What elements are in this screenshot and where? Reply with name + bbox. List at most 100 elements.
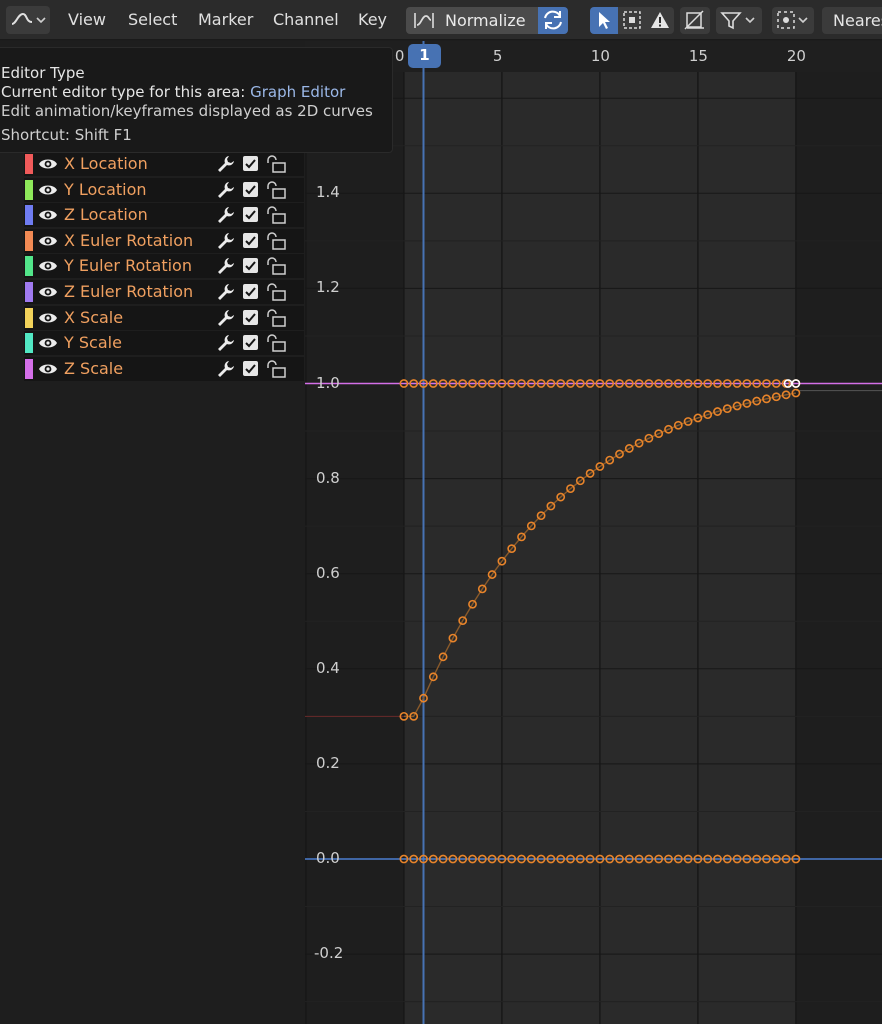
- eye-icon[interactable]: [38, 206, 58, 224]
- view-all-selected-toggle[interactable]: [618, 7, 646, 34]
- tooltip-title: Editor Type: [1, 64, 85, 82]
- unlock-icon[interactable]: [264, 180, 288, 200]
- channel-name[interactable]: Y Euler Rotation: [64, 256, 192, 275]
- channel-row[interactable]: X Scale: [24, 305, 304, 330]
- graph-editor-header: View Select Marker Channel Key Normalize: [0, 0, 882, 40]
- snapping-mode-dropdown[interactable]: Neares: [822, 7, 882, 34]
- channel-row[interactable]: Z Euler Rotation: [24, 280, 304, 304]
- editor-type-button[interactable]: [6, 6, 50, 34]
- unlock-icon[interactable]: [264, 308, 288, 328]
- wrench-icon[interactable]: [217, 155, 235, 173]
- channel-color-swatch[interactable]: [25, 179, 33, 200]
- channel-row[interactable]: Z Location: [24, 203, 304, 228]
- checkmark-icon: [245, 261, 256, 271]
- wrench-icon[interactable]: [217, 232, 235, 250]
- channel-checkbox[interactable]: [243, 207, 258, 223]
- menu-select[interactable]: Select: [128, 10, 177, 29]
- wrench-icon[interactable]: [217, 257, 235, 275]
- channel-name[interactable]: Y Scale: [64, 333, 122, 352]
- wrench-icon[interactable]: [217, 181, 235, 199]
- frame-tick-label: 0: [394, 47, 405, 65]
- channel-checkbox[interactable]: [243, 335, 258, 351]
- channel-row[interactable]: X Location: [24, 152, 304, 176]
- wrench-icon[interactable]: [217, 206, 235, 224]
- eye-icon[interactable]: [38, 155, 58, 173]
- value-tick-label: 0.2: [316, 753, 340, 772]
- normalize-toggle[interactable]: Normalize: [406, 7, 538, 34]
- menu-view[interactable]: View: [68, 10, 106, 29]
- editor-type-tooltip: Editor Type Current editor type for this…: [0, 47, 393, 153]
- channel-checkbox[interactable]: [243, 258, 258, 274]
- value-tick-label: 1.4: [316, 183, 340, 202]
- wrench-icon[interactable]: [217, 283, 235, 301]
- current-frame-number: 1: [419, 46, 430, 64]
- channel-checkbox[interactable]: [243, 309, 258, 325]
- channel-color-swatch[interactable]: [25, 307, 33, 328]
- channel-color-swatch[interactable]: [25, 205, 33, 226]
- channel-color-swatch[interactable]: [25, 333, 33, 354]
- frame-tick-label: 15: [688, 47, 708, 65]
- eye-icon[interactable]: [38, 232, 58, 250]
- unlock-icon[interactable]: [264, 256, 288, 276]
- channel-name[interactable]: Z Location: [64, 205, 148, 224]
- unlock-icon[interactable]: [264, 282, 288, 302]
- eye-icon[interactable]: [38, 334, 58, 352]
- channel-color-swatch[interactable]: [25, 282, 33, 302]
- channel-checkbox[interactable]: [243, 181, 258, 197]
- eye-icon[interactable]: [38, 360, 58, 378]
- unlock-icon[interactable]: [264, 359, 288, 379]
- normalize-label: Normalize: [445, 11, 526, 30]
- channel-color-swatch[interactable]: [25, 230, 33, 251]
- checkmark-icon: [245, 364, 256, 374]
- channel-checkbox[interactable]: [243, 232, 258, 248]
- menu-key[interactable]: Key: [358, 10, 387, 29]
- frame-tick-label: 20: [786, 47, 806, 65]
- channel-checkbox[interactable]: [243, 156, 258, 171]
- box-select-icon: [623, 11, 641, 29]
- eye-icon[interactable]: [38, 283, 58, 301]
- checkmark-icon: [245, 184, 256, 195]
- menu-channel[interactable]: Channel: [273, 10, 339, 29]
- channel-checkbox[interactable]: [243, 284, 258, 299]
- channel-row[interactable]: Y Euler Rotation: [24, 254, 304, 279]
- eye-icon[interactable]: [38, 181, 58, 199]
- channel-name[interactable]: Z Scale: [64, 359, 123, 378]
- wrench-icon[interactable]: [217, 360, 235, 378]
- unlock-icon[interactable]: [264, 333, 288, 353]
- unlock-icon[interactable]: [264, 231, 288, 251]
- unlock-icon[interactable]: [264, 154, 288, 174]
- value-tick-label: -0.2: [314, 944, 344, 963]
- only-selected-keyframes-handles-toggle[interactable]: [590, 7, 618, 34]
- unlock-icon[interactable]: [264, 205, 288, 225]
- current-frame-indicator[interactable]: 1: [408, 44, 441, 68]
- filters-dropdown[interactable]: [716, 7, 762, 34]
- value-tick-label: 0.0: [316, 849, 340, 867]
- channel-row[interactable]: Y Location: [24, 177, 304, 202]
- channel-row[interactable]: Z Scale: [24, 356, 304, 381]
- normalize-curve-view-toggle[interactable]: [680, 7, 710, 34]
- eye-icon[interactable]: [38, 257, 58, 275]
- eye-icon[interactable]: [38, 309, 58, 327]
- frame-tick-label: 5: [492, 47, 503, 65]
- channel-name[interactable]: X Scale: [64, 308, 123, 327]
- wrench-icon[interactable]: [217, 334, 235, 352]
- channel-color-swatch[interactable]: [25, 256, 33, 277]
- graph-canvas[interactable]: [305, 41, 882, 1024]
- renormalize-button[interactable]: [538, 7, 568, 34]
- channel-color-swatch[interactable]: [25, 358, 33, 379]
- wrench-icon[interactable]: [217, 309, 235, 327]
- channel-row[interactable]: Y Scale: [24, 331, 304, 356]
- graph-area[interactable]: [305, 41, 882, 1024]
- show-errors-toggle[interactable]: [646, 7, 674, 34]
- graph-editor-icon: [11, 12, 46, 25]
- channel-checkbox[interactable]: [243, 360, 258, 376]
- channel-name[interactable]: Y Location: [64, 180, 147, 199]
- channel-color-swatch[interactable]: [25, 154, 33, 174]
- channel-name[interactable]: X Location: [64, 154, 148, 173]
- channel-name[interactable]: Z Euler Rotation: [64, 282, 193, 301]
- pivot-point-dropdown[interactable]: [772, 7, 814, 34]
- value-tick-label: 1.0: [316, 373, 340, 392]
- channel-name[interactable]: X Euler Rotation: [64, 231, 193, 250]
- channel-row[interactable]: X Euler Rotation: [24, 228, 304, 253]
- menu-marker[interactable]: Marker: [198, 10, 253, 29]
